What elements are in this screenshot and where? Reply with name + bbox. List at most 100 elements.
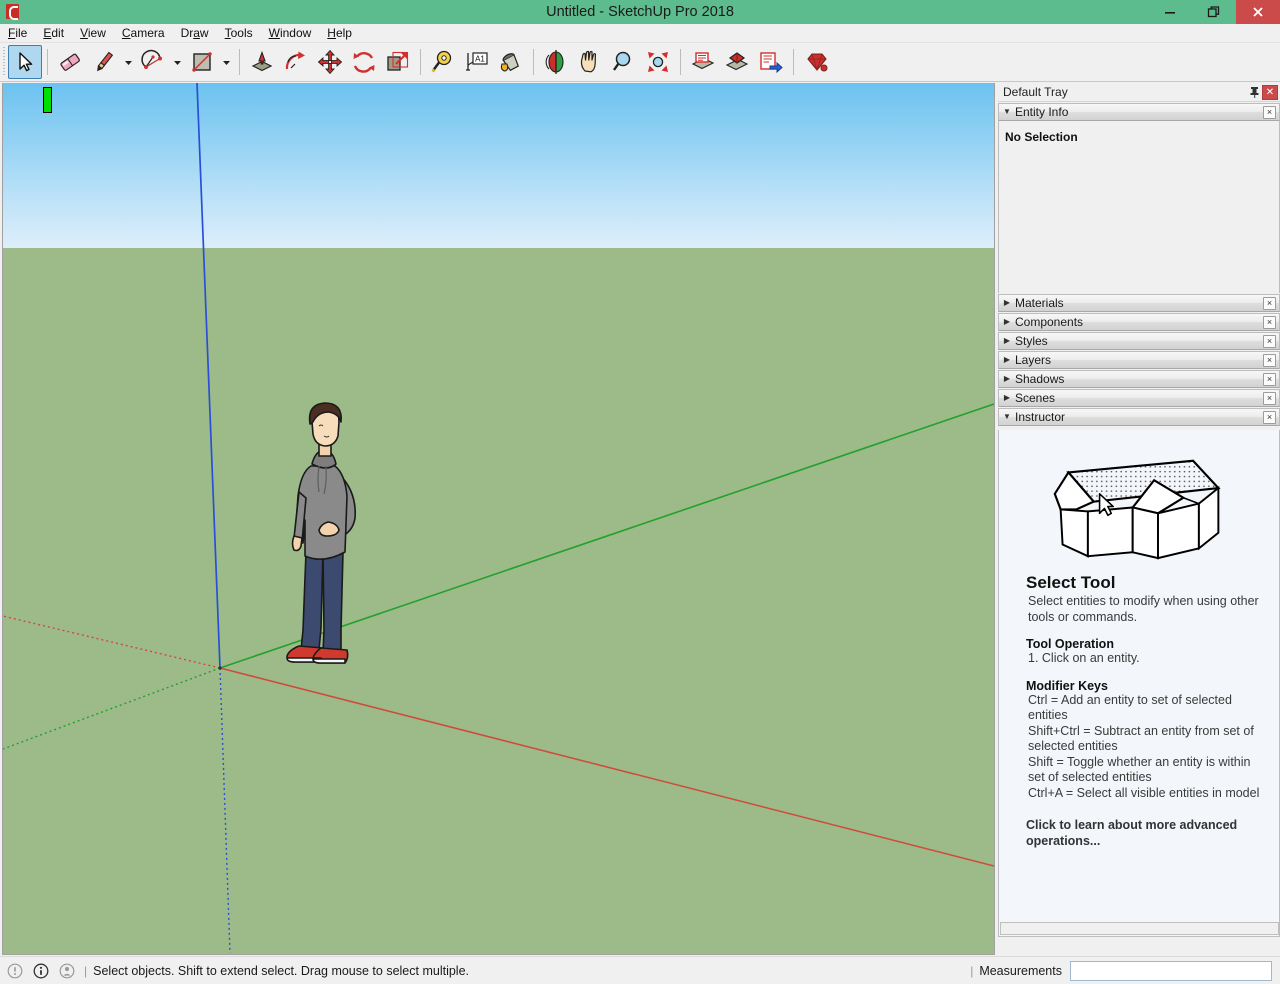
panel-header-entity-info[interactable]: ▼ Entity Info × (998, 103, 1280, 121)
extension-warehouse-button[interactable] (799, 45, 833, 79)
push-pull-icon (249, 49, 275, 75)
panel-close-layers[interactable]: × (1263, 353, 1276, 367)
model-viewport[interactable] (2, 83, 995, 955)
chevron-right-icon: ▶ (1003, 298, 1011, 307)
chevron-right-icon: ▶ (1003, 355, 1011, 364)
line-tool-dropdown[interactable] (121, 45, 136, 79)
panel-title-entity-info: Entity Info (1015, 105, 1069, 119)
instructor-description: Select entities to modify when using oth… (1028, 594, 1259, 624)
eraser-icon (57, 49, 83, 75)
toolbar-separator (793, 49, 794, 75)
dimension-tool-button[interactable]: A1 (460, 45, 494, 79)
followme-tool-button[interactable] (279, 45, 313, 79)
menu-draw[interactable]: Draw (173, 24, 217, 42)
section-cut-icon (724, 49, 750, 75)
menu-camera[interactable]: Camera (114, 24, 173, 42)
no-selection-label: No Selection (1005, 130, 1078, 144)
panel-title-components: Components (1015, 315, 1084, 329)
move-arrows-icon (317, 49, 343, 75)
measurements-divider: | (970, 963, 974, 978)
panel-header-shadows[interactable]: ▶ Shadows × (998, 370, 1280, 388)
orbit-icon (543, 49, 569, 75)
chevron-down-icon: ▼ (1003, 107, 1011, 116)
title-bar: Untitled - SketchUp Pro 2018 (0, 0, 1280, 24)
menu-file[interactable]: File (0, 24, 35, 42)
pan-tool-button[interactable] (573, 45, 607, 79)
arc-tool-button[interactable] (136, 45, 170, 79)
panel-header-components[interactable]: ▶ Components × (998, 313, 1280, 331)
chevron-right-icon: ▶ (1003, 374, 1011, 383)
scale-tool-button[interactable] (381, 45, 415, 79)
sketchup-logo-icon (4, 3, 22, 21)
measurements-area: | Measurements (964, 960, 1280, 981)
instructor-advanced-link[interactable]: Click to learn about more advanced opera… (1026, 817, 1263, 849)
previous-view-button[interactable] (686, 45, 720, 79)
rotate-tool-button[interactable] (347, 45, 381, 79)
person-circle-icon[interactable] (56, 960, 78, 982)
main-toolbar: A1 (0, 43, 1280, 82)
toolbar-separator (420, 49, 421, 75)
panel-close-scenes[interactable]: × (1263, 391, 1276, 405)
arc-tool-dropdown[interactable] (170, 45, 185, 79)
orbit-tool-button[interactable] (539, 45, 573, 79)
pencil-icon (91, 49, 117, 75)
panel-header-styles[interactable]: ▶ Styles × (998, 332, 1280, 350)
export-tool-button[interactable] (754, 45, 788, 79)
tape-measure-tool-button[interactable] (426, 45, 460, 79)
help-circle-icon[interactable] (4, 960, 26, 982)
menu-help[interactable]: Help (319, 24, 360, 42)
close-button[interactable] (1236, 0, 1280, 24)
instructor-heading: Select Tool (1026, 573, 1116, 592)
tray-title: Default Tray (1003, 85, 1068, 99)
menu-tools[interactable]: Tools (217, 24, 261, 42)
paint-bucket-tool-button[interactable] (494, 45, 528, 79)
pin-icon[interactable] (1246, 85, 1262, 100)
menu-view[interactable]: View (72, 24, 114, 42)
tray-close-button[interactable]: ✕ (1262, 84, 1278, 100)
window-controls (1148, 0, 1280, 24)
info-circle-icon[interactable] (30, 960, 52, 982)
minimize-button[interactable] (1148, 0, 1192, 24)
panel-title-layers: Layers (1015, 353, 1052, 367)
eraser-tool-button[interactable] (53, 45, 87, 79)
panel-close-materials[interactable]: × (1263, 296, 1276, 310)
scale-figure-person[interactable] (279, 400, 379, 668)
panel-header-instructor[interactable]: ▼ Instructor × (998, 408, 1280, 426)
toolbar-grip[interactable] (1, 47, 8, 77)
panel-title-instructor: Instructor (1015, 410, 1066, 424)
instructor-modifier-ctrl: Ctrl = Add an entity to set of selected … (1028, 692, 1232, 723)
toolbar-separator (239, 49, 240, 75)
menu-edit[interactable]: Edit (35, 24, 72, 42)
section-plane-icon (690, 49, 716, 75)
line-tool-button[interactable] (87, 45, 121, 79)
zoom-extents-tool-button[interactable] (641, 45, 675, 79)
panel-header-scenes[interactable]: ▶ Scenes × (998, 389, 1280, 407)
rectangle-tool-dropdown[interactable] (219, 45, 234, 79)
panel-close-shadows[interactable]: × (1263, 372, 1276, 386)
status-message: Select objects. Shift to extend select. … (93, 963, 470, 978)
menu-bar: File Edit View Camera Draw Tools Window … (0, 24, 1280, 43)
panel-close-entity-info[interactable]: × (1263, 105, 1276, 119)
window-title: Untitled - SketchUp Pro 2018 (546, 4, 734, 20)
restore-button[interactable] (1192, 0, 1236, 24)
export-blue-arrow-icon (758, 49, 784, 75)
move-tool-button[interactable] (313, 45, 347, 79)
menu-window[interactable]: Window (261, 24, 320, 42)
chevron-right-icon: ▶ (1003, 336, 1011, 345)
panel-close-instructor[interactable]: × (1263, 410, 1276, 424)
paint-bucket-icon (498, 49, 524, 75)
pushpull-tool-button[interactable] (245, 45, 279, 79)
status-divider: | (84, 963, 88, 978)
instructor-horizontal-scrollbar[interactable] (1000, 922, 1279, 935)
zoom-tool-button[interactable] (607, 45, 641, 79)
measurements-input[interactable] (1070, 960, 1272, 981)
panel-header-layers[interactable]: ▶ Layers × (998, 351, 1280, 369)
panel-header-materials[interactable]: ▶ Materials × (998, 294, 1280, 312)
panel-close-components[interactable]: × (1263, 315, 1276, 329)
rotate-icon (351, 49, 377, 75)
panel-close-styles[interactable]: × (1263, 334, 1276, 348)
select-tool-button[interactable] (8, 45, 42, 79)
instructor-modifier-shift-ctrl: Shift+Ctrl = Subtract an entity from set… (1028, 723, 1254, 754)
section-plane-tool-button[interactable] (720, 45, 754, 79)
rectangle-tool-button[interactable] (185, 45, 219, 79)
